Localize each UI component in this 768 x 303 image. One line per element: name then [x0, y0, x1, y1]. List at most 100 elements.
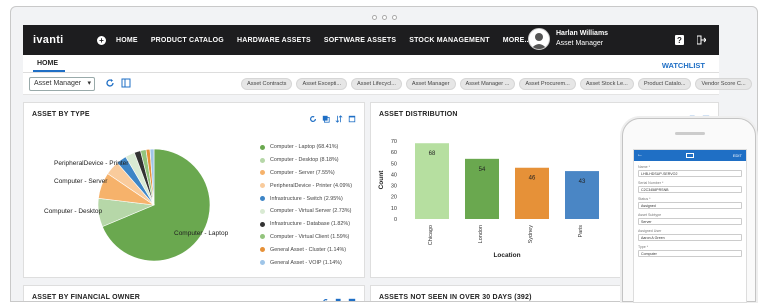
legend-item[interactable]: General Asset - VOIP (1.14%) — [260, 256, 352, 269]
help-icon[interactable]: ? — [675, 35, 684, 45]
legend-swatch — [260, 260, 265, 266]
panel-title: ASSETS NOT SEEN IN OVER 30 DAYS (392) — [379, 294, 532, 301]
x-tick-label: Sydney — [528, 225, 534, 244]
legend-swatch — [260, 208, 265, 214]
nav-hardware-assets[interactable]: HARDWARE ASSETS — [237, 37, 311, 44]
phone-field-input[interactable]: LHB-HDSUP-SERVO2 — [638, 170, 742, 177]
pie-label: Computer - Laptop — [174, 230, 229, 237]
legend-swatch — [260, 221, 265, 227]
phone-field: Serial Number * C2C3458PRSNB — [638, 181, 742, 193]
nav-home[interactable]: HOME — [116, 37, 138, 44]
edit-button[interactable]: EDIT — [733, 153, 742, 158]
user-menu[interactable]: Harlan Williams Asset Manager — [528, 28, 608, 50]
phone-field-input[interactable]: Server — [638, 218, 742, 225]
y-tick-label: 70 — [391, 139, 397, 145]
pie-label: Computer - Desktop — [44, 208, 103, 215]
phone-field: Type * Computer — [638, 245, 742, 257]
nav-stock-management[interactable]: STOCK MANAGEMENT — [409, 37, 489, 44]
phone-field-input[interactable]: Computer — [638, 250, 742, 257]
pie-legend: Computer - Laptop (68.41%) Computer - Des… — [260, 141, 352, 269]
dashboard-chip[interactable]: Asset Excepti... — [296, 78, 348, 90]
pie-chart: PeripheralDevice - Printer Computer - Ser… — [44, 148, 229, 262]
window-icon[interactable] — [702, 110, 710, 123]
dashboard-chip[interactable]: Asset Lifecycl... — [351, 78, 402, 90]
phone-field-label: Asset Subtype — [638, 213, 662, 217]
nav-software-assets[interactable]: SOFTWARE ASSETS — [324, 37, 396, 44]
financial-owner-panel: ASSET BY FINANCIAL OWNER — [23, 285, 365, 301]
window-dots — [11, 9, 757, 25]
window-icon[interactable] — [348, 293, 356, 301]
legend-item[interactable]: Computer - Virtual Server (2.73%) — [260, 205, 352, 218]
phone-field-input[interactable]: Aaron A Green — [638, 234, 742, 241]
legend-item[interactable]: PeripheralDevice - Printer (4.09%) — [260, 179, 352, 192]
svg-text:?: ? — [677, 36, 682, 45]
dashboard-chip[interactable]: Asset Procurem... — [519, 78, 576, 90]
ivanti-logo[interactable]: ivanti — [33, 34, 97, 46]
phone-field-label: Assigned User — [638, 229, 662, 233]
refresh-icon[interactable] — [105, 78, 115, 88]
dashboard-chip[interactable]: Product Catalo... — [637, 78, 692, 90]
nav-product-catalog[interactable]: PRODUCT CATALOG — [151, 37, 224, 44]
legend-item[interactable]: Computer - Server (7.55%) — [260, 167, 352, 180]
sort-icon[interactable] — [335, 110, 343, 123]
dashboard-chip[interactable]: Asset Manager — [405, 78, 456, 90]
panel-title: ASSET BY TYPE — [32, 111, 90, 118]
phone-field: Name * LHB-HDSUP-SERVO2 — [638, 165, 742, 177]
back-icon[interactable]: ← — [637, 152, 643, 158]
refresh-icon[interactable] — [309, 110, 317, 122]
phone-field-input[interactable]: C2C3458PRSNB — [638, 186, 742, 193]
pie-label: Computer - Server — [54, 178, 108, 185]
y-tick-label: 40 — [391, 172, 397, 178]
refresh-icon[interactable] — [322, 293, 330, 301]
user-name: Harlan Williams — [556, 30, 609, 37]
top-nav: ivanti + HOME PRODUCT CATALOG HARDWARE A… — [23, 25, 719, 55]
legend-item[interactable]: Infrastructure - Switch (2.95%) — [260, 192, 352, 205]
phone-field-label: Type * — [638, 245, 649, 249]
legend-item[interactable]: General Asset - Cluster (1.14%) — [260, 243, 352, 256]
phone-field-input[interactable]: Assigned — [638, 202, 742, 209]
dashboard-chip[interactable]: Asset Stock Le... — [579, 78, 634, 90]
legend-item[interactable]: Infrastructure - Database (1.82%) — [260, 218, 352, 231]
legend-label: Computer - Laptop (68.41%) — [270, 144, 339, 151]
window-icon[interactable] — [348, 110, 356, 123]
phone-screen: ← EDIT Name * LHB-HDSUP-SERVO2 Serial Numb… — [633, 149, 747, 303]
x-tick-label: London — [478, 225, 484, 243]
legend-label: Computer - Virtual Server (2.73%) — [270, 208, 352, 215]
nav-more[interactable]: MORE... — [503, 37, 531, 44]
tab-bar: HOME WATCHLIST — [23, 55, 719, 73]
add-icon[interactable]: + — [97, 35, 106, 45]
chevron-down-icon: ▾ — [87, 80, 91, 87]
dashboard-chip[interactable]: Vendor Score C... — [695, 78, 752, 90]
panel-title: ASSET DISTRIBUTION — [379, 111, 458, 118]
legend-swatch — [260, 196, 265, 202]
dashboard-chip[interactable]: Asset Contracts — [241, 78, 293, 90]
phone-field-label: Name * — [638, 165, 650, 169]
bar-chart: 0 10 20 30 40 50 60 70 Count 68 Chicago 54 London 46 S… — [378, 139, 599, 259]
y-tick-label: 10 — [391, 206, 397, 212]
role-select[interactable]: Asset Manager ▾ — [29, 77, 95, 91]
asset-by-type-panel: ASSET BY TYPE PeripheralDevice - Printer… — [23, 102, 365, 278]
refresh-icon[interactable] — [676, 110, 684, 122]
avatar — [528, 28, 550, 50]
legend-label: Computer - Server (7.55%) — [270, 169, 335, 176]
y-tick-label: 30 — [391, 184, 397, 190]
legend-label: PeripheralDevice - Printer (4.09%) — [270, 182, 353, 189]
logout-icon[interactable] — [697, 35, 706, 45]
copy-icon[interactable] — [335, 293, 343, 301]
watchlist-link[interactable]: WATCHLIST — [662, 61, 705, 70]
x-axis-label: Location — [493, 252, 520, 259]
copy-icon[interactable] — [322, 110, 330, 123]
legend-swatch — [260, 183, 265, 189]
legend-item[interactable]: Computer - Virtual Client (1.59%) — [260, 231, 352, 244]
legend-label: Infrastructure - Database (1.82%) — [270, 221, 350, 228]
copy-icon[interactable] — [689, 110, 697, 123]
legend-label: Computer - Desktop (8.18%) — [270, 157, 339, 164]
phone-field-label: Serial Number * — [638, 181, 664, 185]
panel-title: ASSET BY FINANCIAL OWNER — [32, 294, 140, 301]
device-icon — [686, 153, 694, 158]
tab-home[interactable]: HOME — [37, 60, 58, 67]
legend-item[interactable]: Computer - Desktop (8.18%) — [260, 154, 352, 167]
dashboard-chip[interactable]: Asset Manager ... — [459, 78, 516, 90]
legend-item[interactable]: Computer - Laptop (68.41%) — [260, 141, 352, 154]
layout-icon[interactable] — [121, 78, 131, 88]
